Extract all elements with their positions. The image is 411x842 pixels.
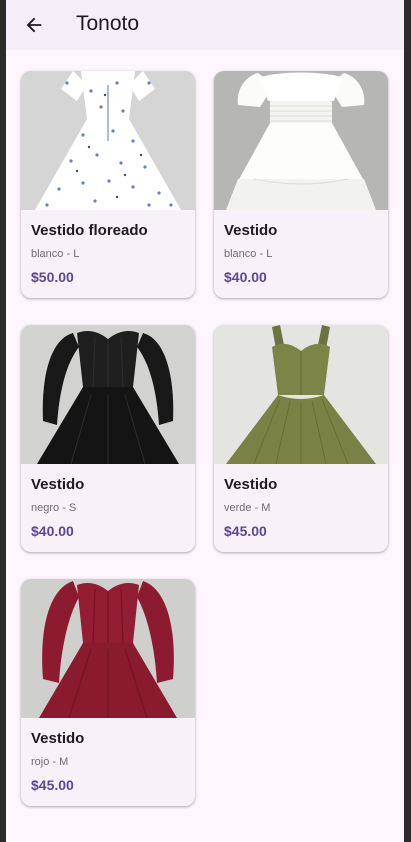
screen: Tonoto Vestido floreado blanco - L $50.0…	[6, 0, 404, 842]
product-name: Vestido	[31, 476, 85, 493]
product-name: Vestido floreado	[31, 222, 148, 239]
product-card[interactable]: Vestido blanco - L $40.00	[214, 71, 388, 298]
product-detail: verde - M	[224, 502, 271, 514]
product-price: $45.00	[224, 523, 267, 539]
green-dress-image	[214, 325, 388, 464]
product-price: $40.00	[224, 269, 267, 285]
product-detail: blanco - L	[31, 248, 80, 260]
product-card[interactable]: Vestido rojo - M $45.00	[21, 579, 195, 806]
black-dress-image	[21, 325, 195, 464]
product-detail: negro - S	[31, 502, 77, 514]
page-title: Tonoto	[76, 12, 140, 35]
product-name: Vestido	[224, 222, 278, 239]
arrow-left-icon	[26, 17, 42, 33]
red-dress-image	[21, 579, 195, 718]
product-name: Vestido	[224, 476, 278, 493]
product-card[interactable]: Vestido verde - M $45.00	[214, 325, 388, 552]
product-price: $50.00	[31, 269, 74, 285]
back-button[interactable]	[20, 11, 48, 39]
product-name: Vestido	[31, 730, 85, 747]
product-price: $40.00	[31, 523, 74, 539]
white-dress-image	[214, 71, 388, 210]
product-card[interactable]: Vestido floreado blanco - L $50.00	[21, 71, 195, 298]
product-card[interactable]: Vestido negro - S $40.00	[21, 325, 195, 552]
product-price: $45.00	[31, 777, 74, 793]
app-bar: Tonoto	[6, 0, 404, 50]
product-detail: blanco - L	[224, 248, 273, 260]
floral-dress-image	[21, 71, 195, 210]
product-detail: rojo - M	[31, 756, 69, 768]
